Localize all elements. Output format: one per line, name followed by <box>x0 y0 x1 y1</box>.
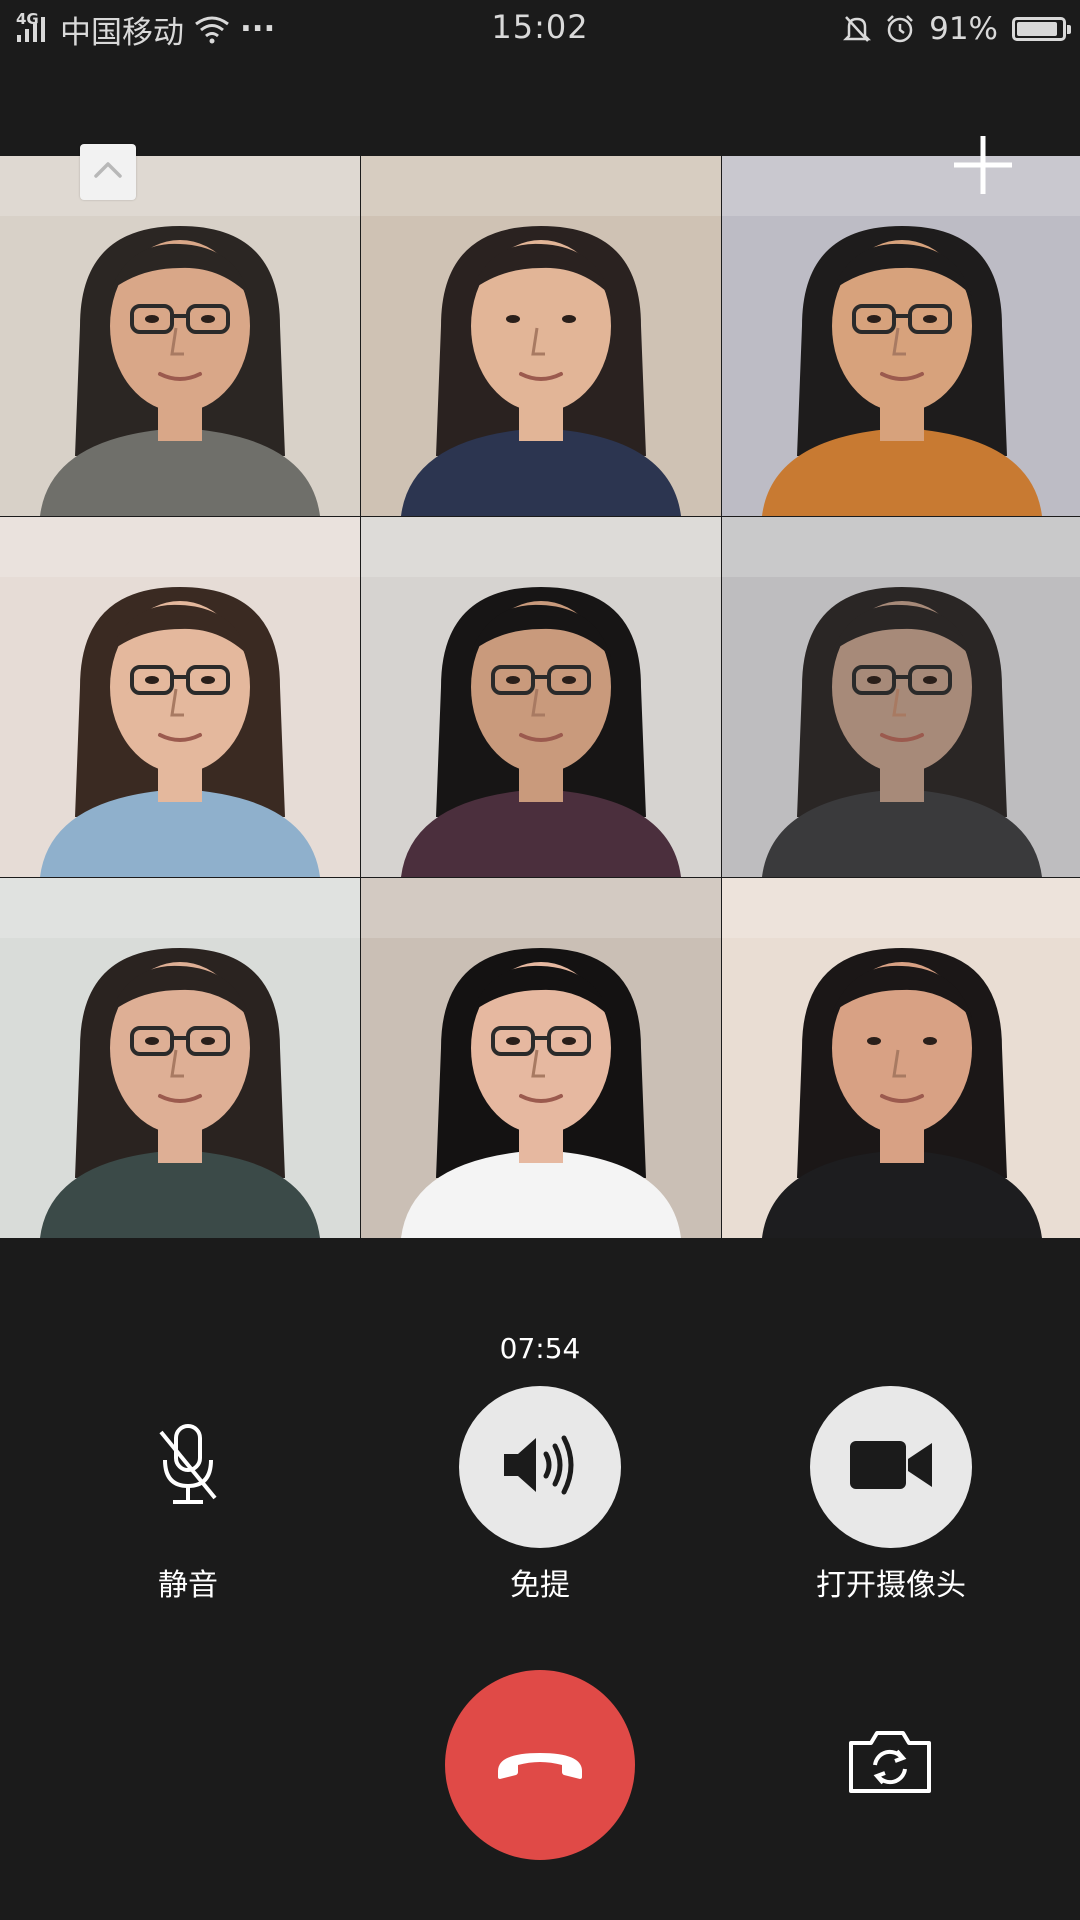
camera-control[interactable]: 打开摄像头 <box>791 1386 991 1604</box>
speaker-label: 免提 <box>510 1568 570 1603</box>
mute-button[interactable] <box>107 1386 269 1548</box>
status-right: 91% <box>843 8 1071 50</box>
participant-video-tile[interactable] <box>361 878 721 1238</box>
camera-button[interactable] <box>810 1386 972 1548</box>
participant-video-tile[interactable] <box>722 156 1080 516</box>
participant-video <box>722 517 1080 877</box>
speaker-button[interactable] <box>459 1386 621 1548</box>
participant-video <box>0 517 360 877</box>
participant-video <box>722 878 1080 1238</box>
battery-icon <box>1012 17 1071 41</box>
plus-icon <box>950 136 1016 202</box>
phone-hangup-icon <box>492 1743 588 1787</box>
participant-video <box>0 156 360 516</box>
mute-control[interactable]: 静音 <box>88 1386 288 1604</box>
participant-video-tile[interactable] <box>0 517 360 877</box>
participant-video-tile[interactable] <box>0 156 360 516</box>
participant-video <box>722 156 1080 516</box>
camera-label: 打开摄像头 <box>816 1568 966 1603</box>
participant-video <box>0 878 360 1238</box>
switch-camera-button[interactable] <box>845 1724 935 1804</box>
participant-video <box>361 878 721 1238</box>
alarm-icon <box>885 14 915 44</box>
speaker-icon <box>500 1430 580 1504</box>
participant-video <box>361 156 721 516</box>
mute-label: 静音 <box>158 1568 218 1603</box>
participant-video <box>361 517 721 877</box>
switch-camera-icon <box>847 1727 933 1801</box>
battery-percent: 91% <box>929 11 998 47</box>
speaker-control[interactable]: 免提 <box>440 1386 640 1604</box>
chevron-up-icon <box>93 160 123 184</box>
participant-video-tile[interactable] <box>0 878 360 1238</box>
video-camera-icon <box>848 1437 934 1497</box>
participant-video-grid <box>0 156 1080 1238</box>
battery-level <box>1017 22 1057 36</box>
collapse-button[interactable] <box>80 144 136 200</box>
status-bar: 4G 中国移动 ··· 15:02 91% <box>0 0 1080 58</box>
call-duration: 07:54 <box>499 1332 581 1365</box>
microphone-off-icon <box>153 1420 223 1514</box>
hang-up-button[interactable] <box>445 1670 635 1860</box>
add-member-button[interactable] <box>950 132 1016 198</box>
participant-video-tile[interactable] <box>722 878 1080 1238</box>
participant-video-tile[interactable] <box>722 517 1080 877</box>
participant-video-tile[interactable] <box>361 156 721 516</box>
bell-muted-icon <box>843 14 872 44</box>
participant-video-tile[interactable] <box>361 517 721 877</box>
